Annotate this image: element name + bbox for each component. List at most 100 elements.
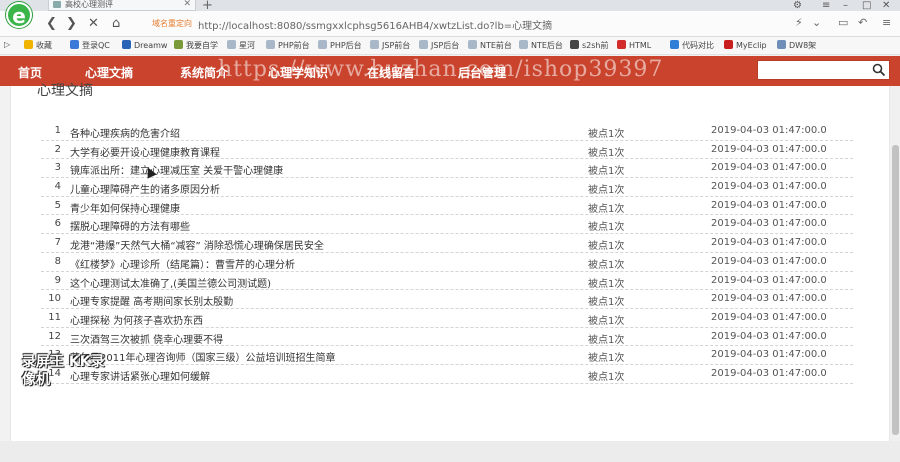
nav-psych-knowledge[interactable]: 心理学知识: [268, 64, 328, 81]
bookmark-icon: [419, 40, 428, 49]
article-date: 2019-04-03 01:47:00.0: [711, 367, 827, 379]
article-date: 2019-04-03 01:47:00.0: [711, 311, 827, 323]
bookmark-icon: [70, 40, 79, 49]
tab-favicon-icon: [53, 1, 61, 8]
bookmark-icon: [519, 40, 528, 49]
browser-logo-icon: e: [6, 2, 32, 28]
list-item: 1 各种心理疾病的危害介绍 被点1次 2019-04-03 01:47:00.0: [41, 122, 853, 141]
bookmark-item[interactable]: NTE前台: [468, 40, 512, 51]
article-link[interactable]: 《红楼梦》心理诊所（结尾篇）：曹雪芹的心理分析: [70, 256, 295, 271]
nav-home[interactable]: 首页: [18, 64, 42, 81]
search-input[interactable]: [757, 60, 890, 80]
address-bar: ❮ ❯ ✕ ⌂ 域名重定向 http://localhost:8080/ssmg…: [0, 11, 900, 37]
tab-title: 高校心理测评: [65, 0, 113, 9]
redirect-hint: 域名重定向: [152, 19, 192, 28]
article-link[interactable]: 摆脱心理障碍的方法有哪些: [70, 218, 190, 233]
list-item: 7 龙港“港爆”天然气大桶“减容” 消除恐慌心理确保居民安全 被点1次 2019-04…: [41, 234, 853, 253]
reader-icon[interactable]: ▭: [838, 16, 848, 29]
url-text[interactable]: http://localhost:8080/ssmgxxlcphsg5616AH…: [198, 17, 552, 32]
bookmark-item[interactable]: 我要自学: [174, 40, 218, 51]
search-icon[interactable]: [872, 63, 886, 77]
minimize-icon[interactable]: –: [843, 0, 848, 11]
article-link[interactable]: 各种心理疾病的危害介绍: [70, 125, 180, 140]
bookmarks-toggle-icon[interactable]: ▷: [4, 40, 10, 49]
article-link[interactable]: 青少年如何保持心理健康: [70, 200, 180, 215]
click-count: 被点1次: [588, 371, 625, 383]
bookmark-item[interactable]: 代码对比: [670, 40, 714, 51]
bookmark-item[interactable]: 登录QC: [70, 40, 110, 51]
url-field[interactable]: 域名重定向 http://localhost:8080/ssmgxxlcphsg…: [140, 14, 820, 34]
bookmark-item[interactable]: PHP前台: [266, 40, 310, 51]
click-count: 被点1次: [588, 278, 625, 290]
click-count: 被点1次: [588, 241, 625, 253]
bookmark-item[interactable]: DW8架: [777, 40, 816, 51]
article-link[interactable]: 龙港“港爆”天然气大桶“减容” 消除恐慌心理确保居民安全: [70, 237, 324, 252]
click-count: 被点1次: [588, 259, 625, 271]
site-nav: 首页 心理文摘 系统简介 心理学知识 在线留言 后台管理: [0, 56, 900, 86]
undo-icon[interactable]: ↶: [858, 16, 867, 29]
bookmark-item[interactable]: MyEclip: [724, 40, 767, 50]
bookmark-item[interactable]: JSP前台: [370, 40, 410, 51]
close-window-icon[interactable]: ✕: [882, 0, 890, 11]
click-count: 被点1次: [588, 147, 625, 159]
item-number: 10: [48, 293, 61, 305]
stop-icon[interactable]: ✕: [88, 16, 99, 31]
bookmark-icon: [174, 40, 183, 49]
bookmark-item[interactable]: 星河: [227, 40, 255, 51]
skin-icon[interactable]: ⚙: [793, 0, 802, 11]
article-link[interactable]: 心理专家提醒 高考期间家长别太殷勤: [70, 293, 233, 308]
list-item: 12 三次酒驾三次被抓 侥幸心理要不得 被点1次 2019-04-03 01:47:0…: [41, 328, 853, 347]
scrollbar-thumb[interactable]: [892, 145, 899, 435]
item-number: 4: [54, 181, 61, 193]
dropdown-icon[interactable]: ⌄: [812, 16, 821, 29]
article-link[interactable]: 大学有必要开设心理健康教育课程: [70, 144, 220, 159]
article-link[interactable]: 心理探秘 为何孩子喜欢扔东西: [70, 312, 203, 327]
bookmark-item[interactable]: PHP后台: [318, 40, 362, 51]
article-date: 2019-04-03 01:47:00.0: [711, 349, 827, 361]
article-date: 2019-04-03 01:47:00.0: [711, 293, 827, 305]
click-count: 被点1次: [588, 353, 625, 365]
maximize-icon[interactable]: □: [862, 0, 871, 11]
section-title: 心理文摘: [37, 83, 93, 99]
bookmark-icon: [227, 40, 236, 49]
back-arrow-icon[interactable]: ❮: [46, 16, 57, 31]
article-link[interactable]: 三次酒驾三次被抓 侥幸心理要不得: [70, 331, 223, 346]
click-count: 被点1次: [588, 297, 625, 309]
lightning-icon[interactable]: ⚡: [795, 16, 803, 29]
bookmark-item[interactable]: JSP后台: [419, 40, 459, 51]
article-date: 2019-04-03 01:47:00.0: [711, 162, 827, 174]
bookmark-item[interactable]: 收藏: [24, 40, 52, 51]
article-link[interactable]: 儿童心理障碍产生的诸多原因分析: [70, 181, 220, 196]
browser-tab[interactable]: 高校心理测评 ✕: [48, 0, 196, 11]
bookmark-icon: [468, 40, 477, 49]
tab-close-icon[interactable]: ✕: [183, 0, 191, 9]
page-footer: [0, 441, 900, 462]
bookmark-item[interactable]: s2sh前: [570, 40, 609, 51]
bookmark-icon: [724, 40, 733, 49]
bookmark-icon: [122, 40, 131, 49]
article-date: 2019-04-03 01:47:00.0: [711, 199, 827, 211]
main-content: 心理文摘 1 各种心理疾病的危害介绍 被点1次 2019-04-03 01:47:00…: [10, 83, 890, 441]
article-date: 2019-04-03 01:47:00.0: [711, 218, 827, 230]
item-number: 5: [54, 199, 61, 211]
menu-icon[interactable]: ≡: [822, 0, 830, 11]
nav-system-intro[interactable]: 系统简介: [180, 64, 228, 81]
bookmark-item[interactable]: HTML: [617, 40, 651, 50]
nav-psych-digest[interactable]: 心理文摘: [85, 64, 133, 81]
forward-arrow-icon[interactable]: ❯: [66, 16, 77, 31]
nav-admin[interactable]: 后台管理: [458, 64, 506, 81]
more-icon[interactable]: ≡: [882, 16, 891, 29]
item-number: 7: [54, 237, 61, 249]
article-link[interactable]: 镜库派出所：建立心理减压室 关爱干警心理健康: [70, 162, 283, 177]
recorder-watermark-logo: 录屏王 KK录像机: [22, 354, 105, 388]
nav-guestbook[interactable]: 在线留言: [367, 64, 415, 81]
bookmark-item[interactable]: Dreamw: [122, 40, 167, 50]
article-link[interactable]: 这个心理测试太准确了,(美国兰德公司测试题): [70, 275, 271, 290]
article-date: 2019-04-03 01:47:00.0: [711, 125, 827, 136]
item-number: 11: [48, 311, 61, 323]
browser-tab-strip: 高校心理测评 ✕ + ⚙ ≡ – □ ✕: [0, 0, 900, 13]
home-icon[interactable]: ⌂: [112, 16, 120, 31]
bookmark-item[interactable]: NTE后台: [519, 40, 563, 51]
item-number: 9: [54, 274, 61, 286]
click-count: 被点1次: [588, 334, 625, 346]
